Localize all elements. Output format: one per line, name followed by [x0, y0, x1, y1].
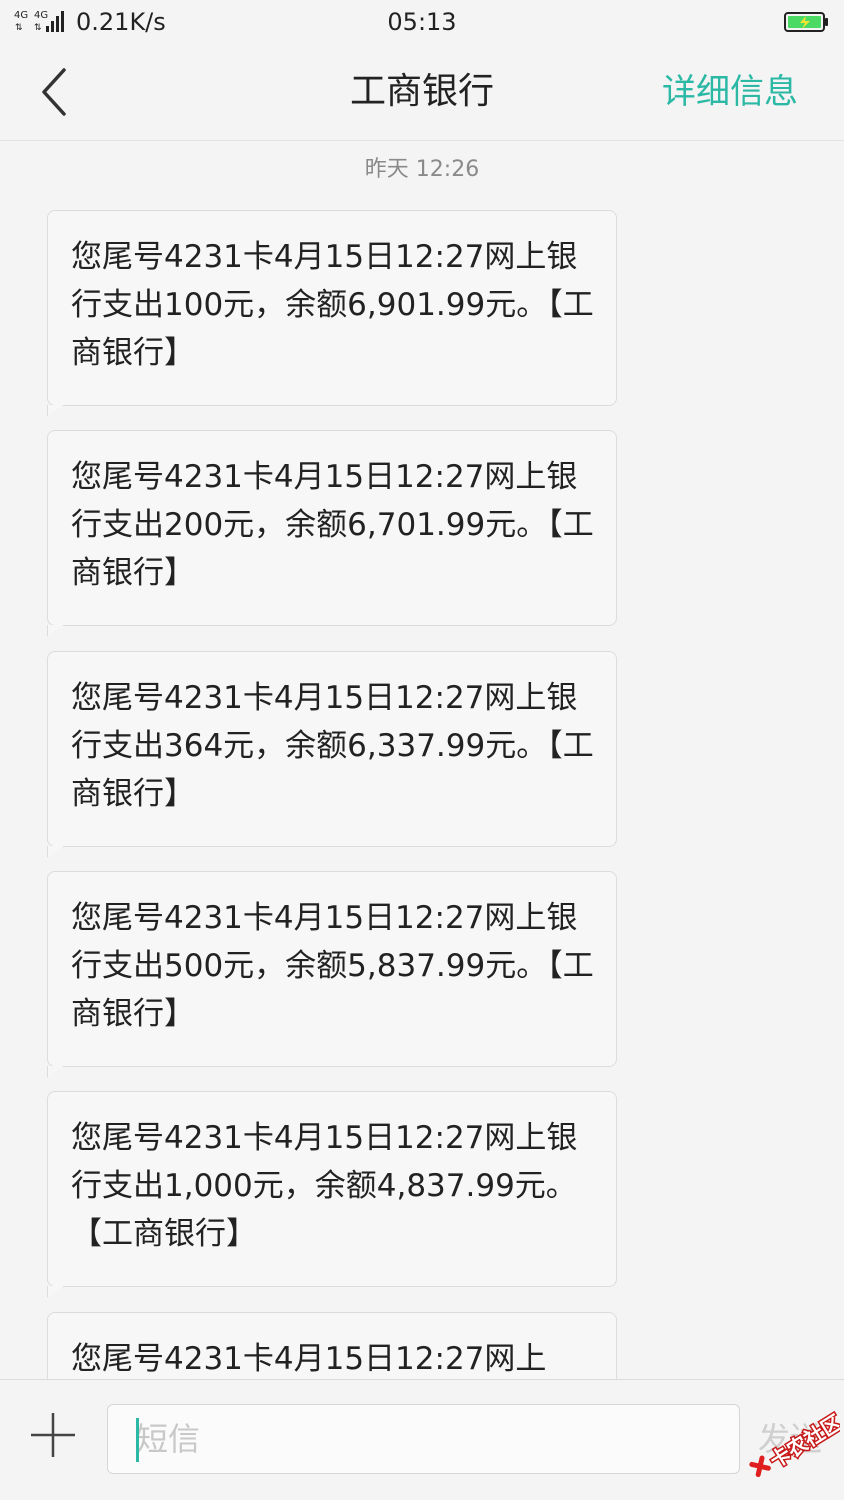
status-bar: 4G 4G ⇅ ⇅ 0.21K/s 05:13 — [0, 0, 844, 46]
watermark-text: 卡农社区 — [766, 1410, 840, 1473]
message-bubble[interactable]: 您尾号4231卡4月15日12:27网上银行支出1,000元，余额4,837.9… — [47, 1091, 617, 1287]
sms-input[interactable] — [107, 1404, 740, 1474]
message-bubble[interactable]: 您尾号4231卡4月15日12:27网上银行支出364元，余额6,337.99元… — [47, 651, 617, 847]
message-text: 您尾号4231卡4月15日12:27网上银行支出200元，余额6,701.99元… — [71, 459, 594, 591]
message-text: 您尾号4231卡4月15日12:27网上银行支出500元，余额5,837.99元… — [71, 900, 594, 1032]
message-text: 您尾号4231卡4月15日12:27网上银行支出1,000元，余额4,837.9… — [71, 1120, 578, 1252]
battery-charging-icon — [784, 12, 828, 32]
message-bubble[interactable]: 您尾号4231卡4月15日12:27网上 — [47, 1312, 617, 1379]
message-text: 您尾号4231卡4月15日12:27网上银行支出100元，余额6,901.99元… — [71, 239, 594, 371]
text-caret — [136, 1418, 139, 1462]
message-composer: 发送 — [0, 1379, 844, 1500]
sms-conversation-screen: 4G 4G ⇅ ⇅ 0.21K/s 05:13 工商银行 详细信息 昨天 12:… — [0, 0, 844, 1500]
message-timestamp: 昨天 12:26 — [364, 157, 480, 182]
watermark-logo: 卡农社区 — [749, 1410, 840, 1478]
message-text: 您尾号4231卡4月15日12:27网上 — [71, 1341, 547, 1377]
status-time: 05:13 — [387, 8, 457, 36]
message-bubble[interactable]: 您尾号4231卡4月15日12:27网上银行支出100元，余额6,901.99元… — [47, 210, 617, 406]
conversation-header: 工商银行 详细信息 — [0, 46, 844, 141]
message-text: 您尾号4231卡4月15日12:27网上银行支出364元，余额6,337.99元… — [71, 680, 594, 812]
plus-icon[interactable] — [28, 1410, 78, 1460]
message-bubble[interactable]: 您尾号4231卡4月15日12:27网上银行支出200元，余额6,701.99元… — [47, 430, 617, 626]
message-list[interactable]: 昨天 12:26 您尾号4231卡4月15日12:27网上银行支出100元，余额… — [0, 141, 844, 1379]
details-button[interactable]: 详细信息 — [662, 66, 798, 118]
message-bubble[interactable]: 您尾号4231卡4月15日12:27网上银行支出500元，余额5,837.99元… — [47, 871, 617, 1067]
